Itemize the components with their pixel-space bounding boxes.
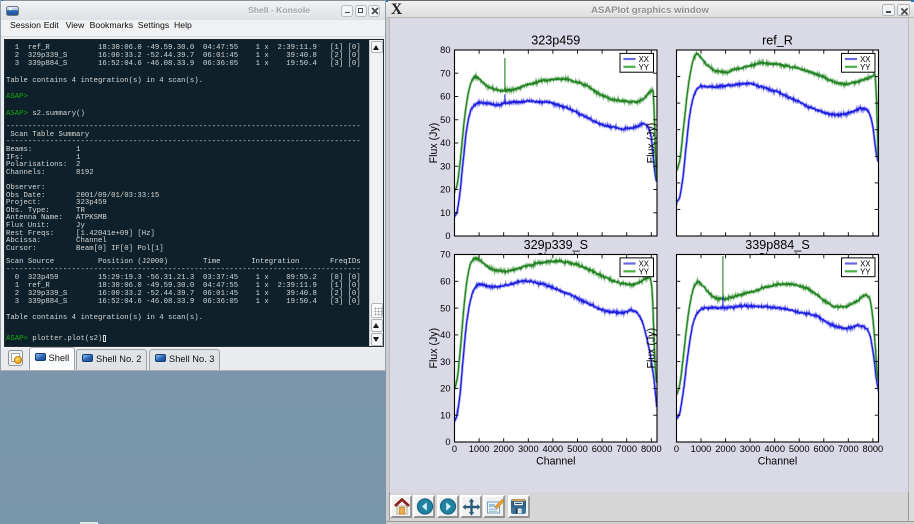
svg-text:YY: YY [860,63,871,72]
svg-text:20: 20 [440,384,450,394]
svg-text:30: 30 [440,161,450,171]
svg-text:10: 10 [440,208,450,218]
svg-text:0: 0 [452,444,457,454]
svg-text:5000: 5000 [567,444,588,454]
svg-text:323p459: 323p459 [531,34,580,48]
svg-text:329p339_S: 329p339_S [524,238,588,252]
svg-text:Flux (Jy): Flux (Jy) [646,328,658,369]
svg-text:50: 50 [440,303,450,313]
svg-text:0: 0 [445,231,450,241]
svg-text:ref_R: ref_R [762,34,793,48]
svg-text:50: 50 [440,115,450,125]
svg-text:Flux (Jy): Flux (Jy) [428,328,440,369]
svg-text:2000: 2000 [715,444,736,454]
svg-text:7000: 7000 [616,444,637,454]
svg-text:10: 10 [440,410,450,420]
svg-text:1000: 1000 [469,444,490,454]
svg-text:70: 70 [440,69,450,79]
svg-text:YY: YY [639,63,650,72]
svg-text:70: 70 [440,250,450,260]
svg-text:0: 0 [674,444,679,454]
svg-text:Channel: Channel [536,456,575,468]
svg-text:YY: YY [639,267,650,276]
svg-text:40: 40 [440,138,450,148]
svg-text:8000: 8000 [863,444,884,454]
svg-text:Flux (Jy): Flux (Jy) [646,123,658,164]
svg-text:80: 80 [440,45,450,55]
svg-text:3000: 3000 [518,444,539,454]
svg-text:Flux (Jy): Flux (Jy) [428,123,440,164]
svg-text:Channel: Channel [758,456,797,468]
svg-text:60: 60 [440,92,450,102]
svg-text:4000: 4000 [764,444,785,454]
svg-text:339p884_S: 339p884_S [745,238,809,252]
svg-text:0: 0 [445,437,450,447]
svg-text:2000: 2000 [493,444,514,454]
svg-text:YY: YY [860,267,871,276]
svg-text:6000: 6000 [813,444,834,454]
svg-text:40: 40 [440,330,450,340]
svg-text:8000: 8000 [641,444,662,454]
svg-text:3000: 3000 [740,444,761,454]
svg-text:4000: 4000 [543,444,564,454]
svg-text:60: 60 [440,277,450,287]
svg-text:5000: 5000 [789,444,810,454]
svg-text:30: 30 [440,357,450,367]
svg-text:6000: 6000 [592,444,613,454]
svg-text:20: 20 [440,185,450,195]
svg-text:7000: 7000 [838,444,859,454]
svg-text:1000: 1000 [691,444,712,454]
